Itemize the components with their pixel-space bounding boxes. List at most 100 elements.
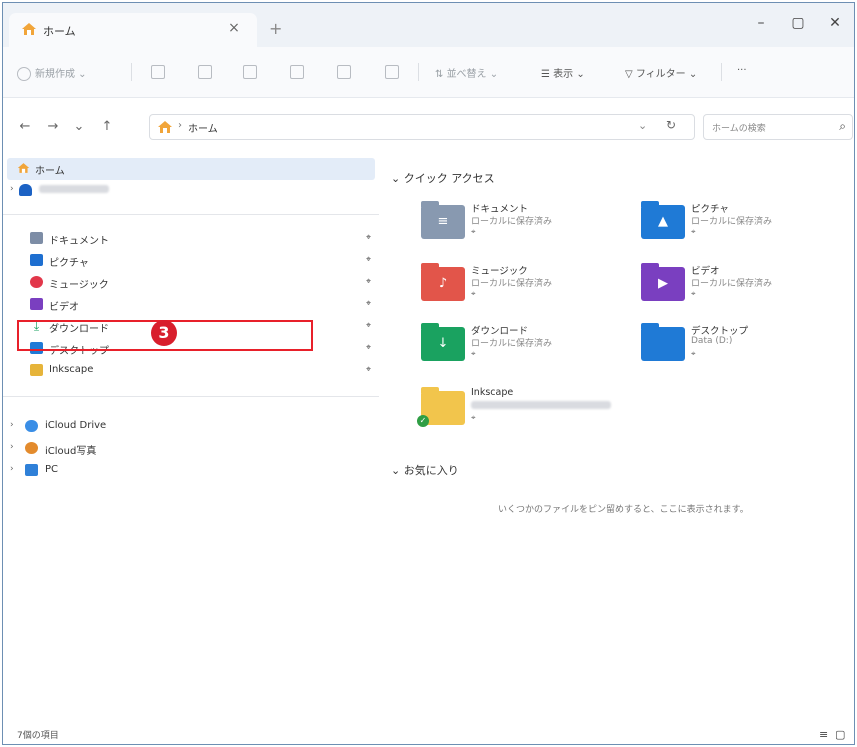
music-icon: ♪ — [438, 276, 448, 291]
sidebar-item-label: ドキュメント — [49, 236, 109, 247]
sort-label: 並べ替え — [446, 69, 487, 80]
sidebar-item-home[interactable]: ホーム — [7, 158, 375, 180]
sidebar-item-label: ホーム — [35, 166, 65, 177]
share-button[interactable] — [337, 65, 355, 79]
paste-button[interactable] — [243, 65, 261, 79]
favorites-header[interactable]: ⌄ お気に入り — [391, 462, 459, 478]
folder-tile-pictures[interactable]: ▲ ピクチャ ローカルに保存済み ⌖ — [641, 199, 854, 245]
folder-tile-videos[interactable]: ▶ ビデオ ローカルに保存済み ⌖ — [641, 261, 854, 307]
copy-icon — [198, 65, 212, 79]
paste-icon — [243, 65, 257, 79]
breadcrumb-separator: › — [178, 120, 182, 131]
pin-icon: ⌖ — [366, 255, 372, 265]
onedrive-icon — [19, 184, 32, 196]
tab-home[interactable]: ホーム × — [9, 13, 257, 47]
chevron-right-icon[interactable]: › — [10, 420, 14, 430]
icloud-photos-icon — [25, 442, 38, 454]
divider — [131, 63, 132, 81]
search-input[interactable]: ホームの検索 ⌕ — [703, 114, 853, 140]
sync-ok-icon: ✓ — [417, 415, 429, 427]
sidebar-item-inkscape[interactable]: Inkscape ⌖ — [3, 360, 377, 382]
pc-icon — [25, 464, 38, 476]
new-icon — [17, 67, 31, 81]
chevron-right-icon[interactable]: › — [10, 464, 14, 474]
sidebar-item-music[interactable]: ミュージック ⌖ — [3, 272, 377, 294]
copy-button[interactable] — [198, 65, 216, 79]
sort-icon: ⇅ — [435, 69, 447, 80]
sidebar-item-pc[interactable]: › PC — [3, 460, 377, 482]
folder-tile-inkscape[interactable]: ✓ Inkscape ⌖ — [417, 385, 641, 431]
folder-tile-documents[interactable]: ≡ ドキュメント ローカルに保存済み ⌖ — [421, 199, 641, 245]
tile-status: ローカルに保存済み — [691, 279, 773, 289]
pin-icon: ⌖ — [366, 321, 372, 331]
cut-icon — [151, 65, 165, 79]
pin-icon: ⌖ — [471, 413, 476, 422]
view-icon: ☰ — [541, 69, 554, 80]
minimize-button[interactable]: – — [741, 15, 781, 31]
folder-icon: ≡ — [421, 201, 465, 239]
folder-tile-downloads[interactable]: ↓ ダウンロード ローカルに保存済み ⌖ — [421, 321, 641, 367]
new-button[interactable]: 新規作成 ⌄ — [17, 65, 87, 81]
sidebar-item-videos[interactable]: ビデオ ⌖ — [3, 294, 377, 316]
tile-name: ビデオ — [691, 266, 720, 277]
tile-status: ローカルに保存済み — [691, 217, 773, 227]
folder-icon — [641, 323, 685, 361]
quick-access-label: クイック アクセス — [403, 172, 495, 185]
sidebar-item-onedrive[interactable]: › — [3, 180, 377, 202]
maximize-button[interactable]: ▢ — [778, 15, 818, 31]
tab-title: ホーム — [43, 25, 76, 38]
status-bar: 7個の項目 ≡ ▢ — [3, 723, 854, 744]
close-window-button[interactable]: ✕ — [815, 15, 854, 31]
sidebar-item-label: ビデオ — [49, 302, 79, 313]
tab-close-icon[interactable]: × — [225, 20, 243, 36]
refresh-icon[interactable]: ↻ — [666, 118, 676, 132]
sidebar-item-icloud-photos[interactable]: › iCloud写真 — [3, 438, 377, 460]
divider — [3, 214, 379, 215]
chevron-right-icon[interactable]: › — [10, 442, 14, 452]
chevron-down-icon: ⌄ — [391, 464, 404, 477]
tile-status: ローカルに保存済み — [471, 339, 553, 349]
sort-button[interactable]: ⇅ 並べ替え ⌄ — [435, 65, 498, 80]
tile-status: ローカルに保存済み — [471, 279, 553, 289]
pin-icon: ⌖ — [366, 233, 372, 243]
quick-access-header[interactable]: ⌄ クイック アクセス — [391, 170, 495, 186]
sidebar-item-icloud-drive[interactable]: › iCloud Drive — [3, 416, 377, 438]
title-bar: ホーム × + – ▢ ✕ — [3, 3, 854, 47]
home-icon — [22, 23, 36, 35]
cut-button[interactable] — [151, 65, 169, 79]
up-button[interactable]: ↑ — [97, 119, 117, 134]
back-button[interactable]: ← — [15, 119, 35, 134]
details-view-icon[interactable]: ≡ — [819, 728, 828, 741]
folder-tile-music[interactable]: ♪ ミュージック ローカルに保存済み ⌖ — [421, 261, 641, 307]
download-icon: ↓ — [437, 336, 449, 351]
divider — [3, 396, 379, 397]
folder-tile-desktop[interactable]: デスクトップ Data (D:) ⌖ — [641, 321, 854, 367]
more-button[interactable]: ··· — [737, 65, 747, 76]
address-dropdown-icon[interactable]: ⌄ — [638, 119, 647, 132]
delete-button[interactable] — [385, 65, 403, 79]
filter-button[interactable]: ▽ フィルター ⌄ — [625, 65, 697, 80]
breadcrumb-home[interactable]: ホーム — [188, 120, 218, 135]
forward-button[interactable]: → — [43, 119, 63, 134]
sidebar-item-pictures[interactable]: ピクチャ ⌖ — [3, 250, 377, 272]
recent-locations-button[interactable]: ⌄ — [69, 119, 89, 134]
search-placeholder: ホームの検索 — [712, 124, 766, 134]
item-count: 7個の項目 — [17, 731, 59, 741]
sidebar-item-documents[interactable]: ドキュメント ⌖ — [3, 228, 377, 250]
view-button[interactable]: ☰ 表示 ⌄ — [541, 65, 585, 80]
sidebar-item-label: Inkscape — [49, 364, 94, 375]
address-bar[interactable]: › ホーム ⌄ ↻ — [149, 114, 695, 140]
icloud-drive-icon — [25, 420, 38, 432]
tile-name: ミュージック — [471, 266, 528, 277]
sidebar-item-label: iCloud Drive — [45, 420, 107, 431]
rename-button[interactable] — [290, 65, 308, 79]
chevron-right-icon[interactable]: › — [10, 184, 14, 194]
pin-icon: ⌖ — [366, 365, 372, 375]
new-tab-button[interactable]: + — [269, 19, 282, 38]
search-icon[interactable]: ⌕ — [839, 119, 846, 134]
tiles-view-icon[interactable]: ▢ — [835, 728, 845, 741]
sidebar-item-label: iCloud写真 — [45, 446, 97, 457]
new-label: 新規作成 — [35, 69, 75, 80]
tile-name: Inkscape — [471, 387, 514, 398]
sidebar-item-label — [39, 184, 109, 195]
